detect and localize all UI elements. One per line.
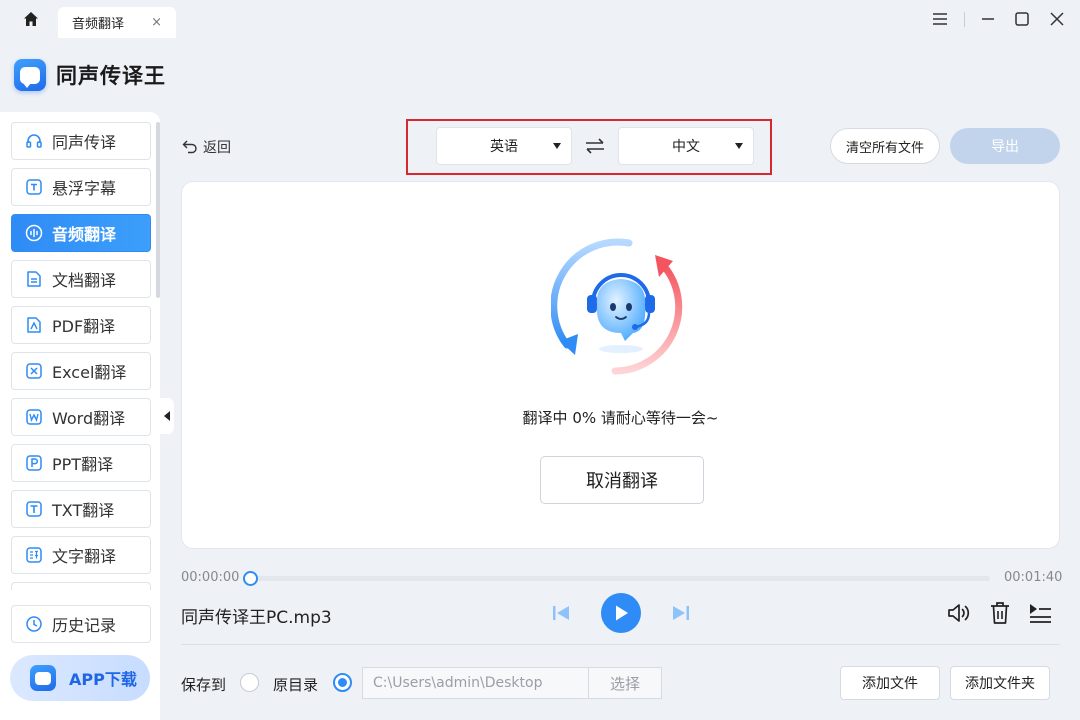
sidebar-item-label: PDF翻译 xyxy=(52,317,116,336)
translation-status-panel: 翻译中 0% 请耐心等待一会~ 取消翻译 xyxy=(181,181,1060,549)
menu-icon[interactable] xyxy=(930,9,950,29)
sidebar-item-text-translate[interactable]: 文字翻译 xyxy=(11,536,151,574)
play-icon xyxy=(616,605,628,621)
text-translate-icon xyxy=(25,546,43,564)
clear-all-files-button[interactable]: 清空所有文件 xyxy=(830,128,940,164)
sidebar-item-label: 历史记录 xyxy=(52,616,117,635)
playback-progress-track[interactable] xyxy=(250,576,990,581)
target-language-select[interactable]: 中文 xyxy=(618,127,754,165)
word-icon xyxy=(25,408,43,426)
source-language-value: 英语 xyxy=(490,139,518,155)
tab-audio-translate[interactable]: 音频翻译 × xyxy=(58,7,176,38)
sidebar-item-txt-translate[interactable]: TXT翻译 xyxy=(11,490,151,528)
sidebar-collapse-toggle[interactable] xyxy=(160,398,174,434)
sidebar-item-simultaneous-interpretation[interactable]: 同声传译 xyxy=(11,122,151,160)
sidebar-item-label: 悬浮字幕 xyxy=(52,179,117,198)
sidebar-item-label: 同声传译 xyxy=(52,133,117,152)
play-button[interactable] xyxy=(601,593,641,633)
tab-label: 音频翻译 xyxy=(72,17,125,32)
trash-icon[interactable] xyxy=(988,600,1012,626)
sidebar-item-label: 文字翻译 xyxy=(52,547,117,566)
title-bar: 音频翻译 × xyxy=(0,0,1080,38)
back-button[interactable]: 返回 xyxy=(182,137,231,157)
caret-down-icon xyxy=(553,143,561,149)
sidebar-item-label: TXT翻译 xyxy=(52,501,115,520)
sidebar-item-document-translate[interactable]: 文档翻译 xyxy=(11,260,151,298)
translation-progress-text: 翻译中 0% 请耐心等待一会~ xyxy=(522,409,719,427)
sidebar-item-label: Word翻译 xyxy=(52,409,126,428)
brand: 同声传译王 xyxy=(14,58,166,92)
sidebar-item-partial xyxy=(11,582,151,590)
maximize-icon[interactable] xyxy=(1012,9,1032,29)
txt-icon xyxy=(25,500,43,518)
original-dir-label: 原目录 xyxy=(273,676,319,694)
home-icon[interactable] xyxy=(20,9,42,29)
ppt-icon xyxy=(25,454,43,472)
audio-file-name: 同声传译王PC.mp3 xyxy=(181,608,332,628)
chevron-left-icon xyxy=(164,411,170,421)
app-logo-small xyxy=(30,665,56,691)
output-path-field[interactable]: C:\Users\admin\Desktop xyxy=(362,667,588,699)
current-time: 00:00:00 xyxy=(181,570,240,585)
app-logo xyxy=(14,59,46,91)
caret-down-icon xyxy=(735,143,743,149)
source-language-select[interactable]: 英语 xyxy=(436,127,572,165)
playlist-icon[interactable] xyxy=(1027,601,1053,625)
sidebar-item-pdf-translate[interactable]: PDF翻译 xyxy=(11,306,151,344)
add-file-button[interactable]: 添加文件 xyxy=(840,666,940,700)
subtitle-icon xyxy=(25,178,43,196)
headset-icon xyxy=(25,132,43,150)
pdf-icon xyxy=(25,316,43,334)
save-to-label: 保存到 xyxy=(181,676,227,694)
player-divider xyxy=(181,644,1060,645)
back-label: 返回 xyxy=(203,140,231,156)
sidebar-item-word-translate[interactable]: Word翻译 xyxy=(11,398,151,436)
audio-wave-icon xyxy=(25,224,43,242)
export-button[interactable]: 导出 xyxy=(950,128,1060,164)
playback-progress-thumb[interactable] xyxy=(242,571,258,586)
sidebar-item-audio-translate[interactable]: 音频翻译 xyxy=(11,214,151,252)
window-controls-divider xyxy=(964,12,965,27)
target-language-value: 中文 xyxy=(672,139,700,155)
sidebar-item-label: PPT翻译 xyxy=(52,455,114,474)
back-arrow-icon xyxy=(182,140,197,154)
sidebar: 同声传译 悬浮字幕 音频翻译 文档翻译 PDF翻译 Excel翻译 Word翻译… xyxy=(0,112,160,720)
sidebar-item-floating-subtitle[interactable]: 悬浮字幕 xyxy=(11,168,151,206)
sidebar-item-excel-translate[interactable]: Excel翻译 xyxy=(11,352,151,390)
sidebar-item-label: Excel翻译 xyxy=(52,363,127,382)
tab-close-icon[interactable]: × xyxy=(151,15,162,30)
sidebar-item-ppt-translate[interactable]: PPT翻译 xyxy=(11,444,151,482)
clock-icon xyxy=(25,615,43,633)
cancel-translation-button[interactable]: 取消翻译 xyxy=(540,456,704,504)
save-original-dir-radio[interactable] xyxy=(240,673,259,692)
volume-icon[interactable] xyxy=(946,601,972,625)
next-track-icon[interactable] xyxy=(670,602,692,624)
sidebar-scrollbar[interactable] xyxy=(156,122,160,298)
app-download-label: APP下载 xyxy=(69,670,137,689)
sidebar-item-history[interactable]: 历史记录 xyxy=(11,605,151,643)
swap-languages-icon[interactable] xyxy=(584,135,606,157)
save-custom-path-radio[interactable] xyxy=(333,673,352,692)
duration-time: 00:01:40 xyxy=(1004,570,1063,585)
minimize-icon[interactable] xyxy=(978,9,998,29)
app-download-button[interactable]: APP下载 xyxy=(10,655,150,701)
app-title: 同声传译王 xyxy=(56,64,166,88)
close-icon[interactable] xyxy=(1047,9,1067,29)
sidebar-item-label: 音频翻译 xyxy=(52,225,117,244)
choose-path-button[interactable]: 选择 xyxy=(588,667,662,699)
add-folder-button[interactable]: 添加文件夹 xyxy=(950,666,1050,700)
translating-mascot-illustration xyxy=(550,237,691,377)
excel-icon xyxy=(25,362,43,380)
previous-track-icon[interactable] xyxy=(550,602,572,624)
sidebar-item-label: 文档翻译 xyxy=(52,271,117,290)
document-icon xyxy=(25,270,43,288)
